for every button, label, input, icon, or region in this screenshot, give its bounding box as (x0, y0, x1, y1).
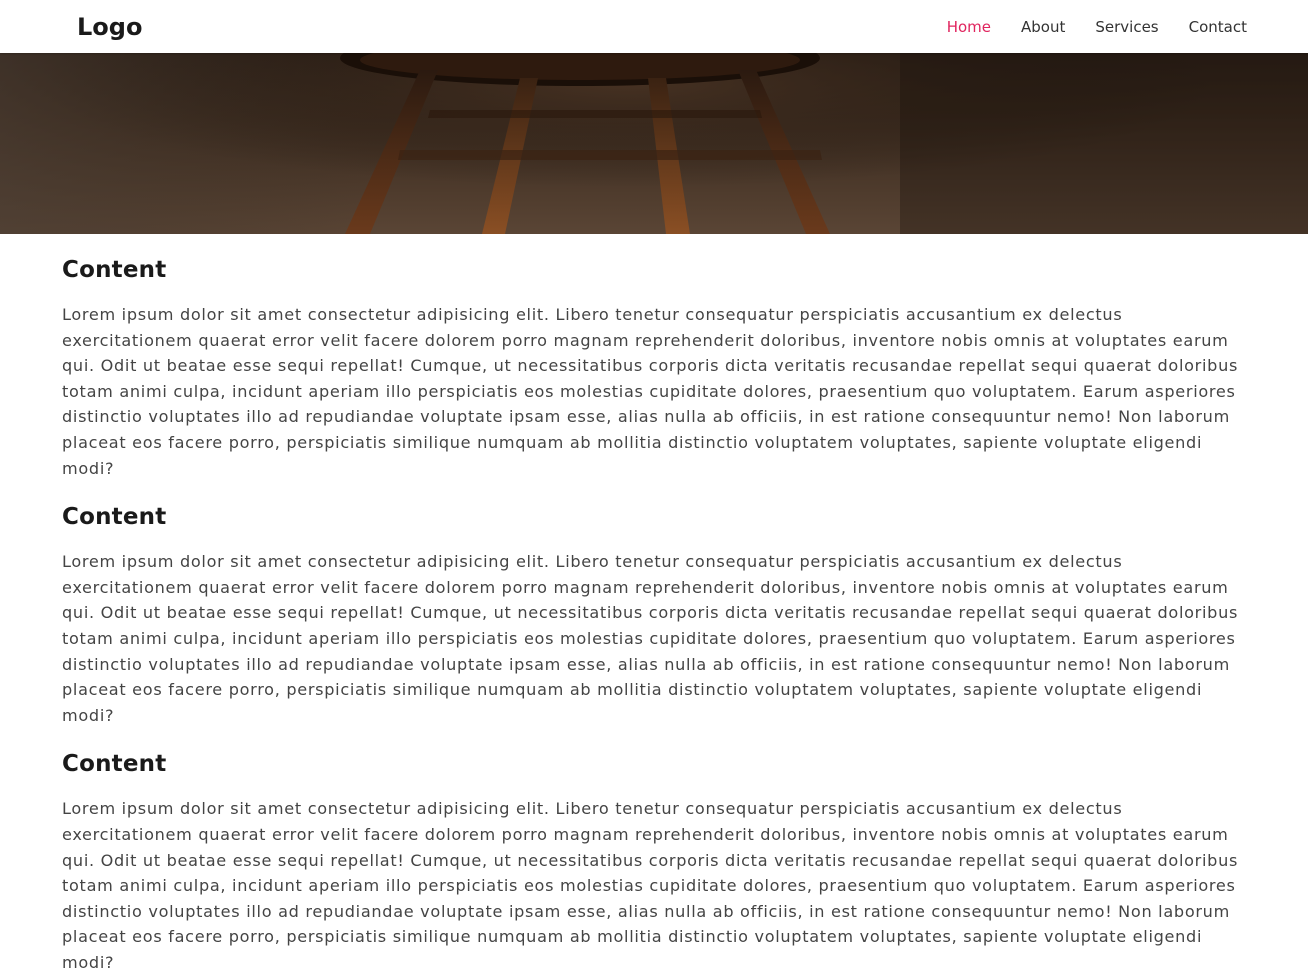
main-content: Content Lorem ipsum dolor sit amet conse… (62, 234, 1252, 975)
nav-link-services[interactable]: Services (1095, 16, 1158, 38)
nav-link-about[interactable]: About (1021, 16, 1065, 38)
navbar: Logo Home About Services Contact (0, 0, 1308, 53)
section-text: Lorem ipsum dolor sit amet consectetur a… (62, 552, 1239, 725)
section-text: Lorem ipsum dolor sit amet consectetur a… (62, 305, 1239, 478)
section-text: Lorem ipsum dolor sit amet consectetur a… (62, 799, 1239, 972)
content-section: Content Lorem ipsum dolor sit amet conse… (62, 234, 1252, 481)
nav-link-home[interactable]: Home (947, 16, 991, 38)
content-section: Content Lorem ipsum dolor sit amet conse… (62, 481, 1252, 728)
section-title: Content (62, 504, 167, 531)
nav-links: Home About Services Contact (947, 16, 1247, 38)
logo[interactable]: Logo (77, 12, 142, 42)
section-title: Content (62, 751, 167, 778)
section-title: Content (62, 257, 167, 283)
content-section: Content Lorem ipsum dolor sit amet conse… (62, 728, 1252, 975)
nav-link-contact[interactable]: Contact (1189, 16, 1247, 38)
